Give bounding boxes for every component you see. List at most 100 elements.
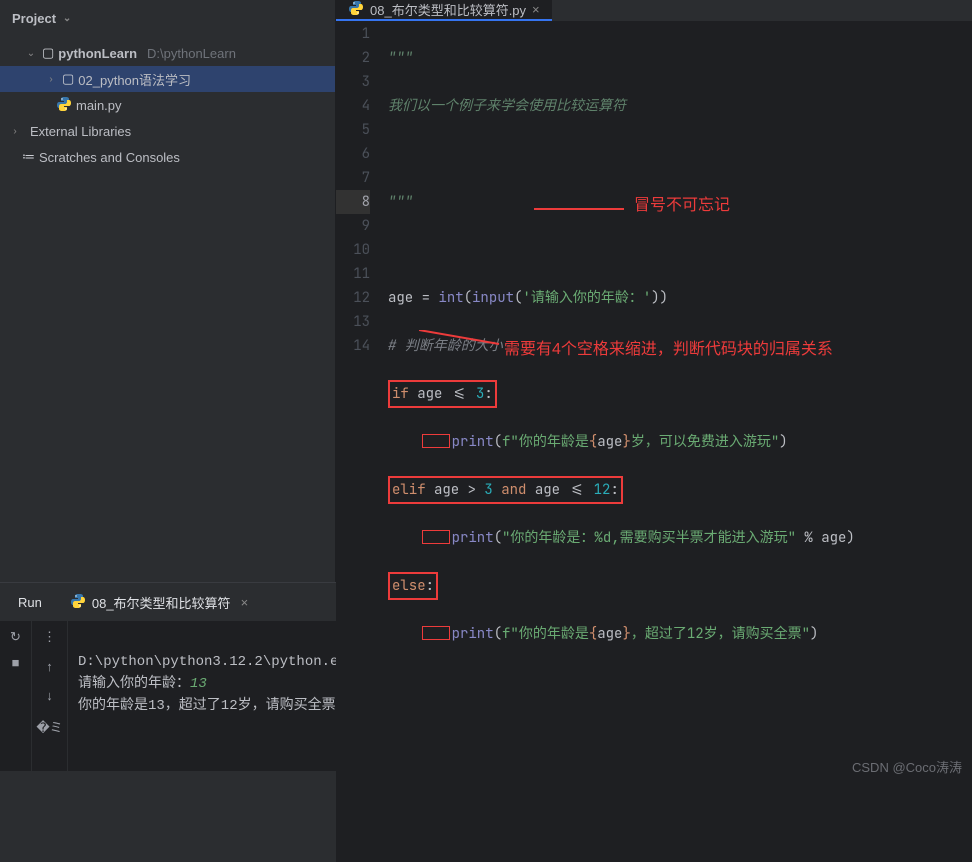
chevron-down-icon: ⌄ — [24, 48, 38, 59]
run-toolbar-1: ↻ ■ — [0, 621, 32, 771]
python-icon — [56, 96, 72, 115]
annotation-arrow — [419, 330, 509, 348]
chevron-right-icon: › — [8, 126, 22, 137]
code-text: """ — [388, 193, 413, 211]
code-text: ( — [494, 433, 502, 451]
code-text: { — [589, 625, 597, 643]
code-text: ( — [464, 289, 472, 307]
code-text: 岁，可以免费进入游玩" — [631, 433, 779, 451]
rerun-icon[interactable]: ↻ — [10, 629, 21, 645]
scratches-icon: ≔ — [22, 149, 35, 165]
console-prompt: 请输入你的年龄： — [78, 676, 190, 692]
code-content[interactable]: """ 我们以一个例子来学会使用比较运算符 """ age = int(inpu… — [384, 22, 972, 862]
code-text: print — [452, 529, 494, 547]
run-script-tab[interactable]: 08_布尔类型和比较算符 × — [64, 589, 254, 616]
code-text: } — [622, 625, 630, 643]
code-text: input — [472, 289, 514, 307]
highlight-box: else: — [388, 572, 438, 600]
code-text: 3 — [484, 481, 492, 499]
external-label: External Libraries — [30, 124, 131, 139]
chevron-right-icon: › — [44, 74, 58, 85]
file-label: main.py — [76, 98, 122, 113]
code-text: = — [422, 289, 439, 307]
code-text: """ — [388, 49, 413, 67]
code-text: f"你的年龄是 — [502, 433, 589, 451]
indent-marker — [422, 434, 450, 448]
scratches-label: Scratches and Consoles — [39, 150, 180, 165]
console-result: 你的年龄是13，超过了12岁，请购买全票 — [78, 698, 336, 714]
code-text: if — [392, 385, 409, 403]
editor-tabs: 08_布尔类型和比较算符.py × — [336, 0, 972, 22]
close-icon[interactable]: × — [241, 595, 249, 610]
code-text: age — [388, 289, 422, 307]
annotation-arrow — [534, 204, 634, 214]
code-text: elif — [392, 481, 426, 499]
code-text: 我们以一个例子来学会使用比较运算符 — [388, 97, 626, 115]
code-text: { — [589, 433, 597, 451]
run-tab[interactable]: Run — [12, 591, 48, 614]
code-text: : — [426, 577, 434, 595]
folder-label: 02_python语法学习 — [78, 70, 191, 89]
indent-marker — [422, 530, 450, 544]
stop-icon[interactable]: ■ — [12, 655, 20, 670]
project-title: Project — [12, 11, 56, 26]
code-text: age <= — [409, 385, 476, 403]
highlight-box: elif age > 3 and age <= 12: — [388, 476, 623, 504]
project-sidebar: Project ⌄ ⌄ ▢ pythonLearn D:\pythonLearn… — [0, 0, 336, 582]
tab-title: 08_布尔类型和比较算符.py — [370, 0, 526, 19]
code-text: "你的年龄是：%d,需要购买半票才能进入游玩" — [502, 529, 796, 547]
chevron-down-icon: ⌄ — [60, 13, 74, 24]
code-text: ) — [810, 625, 818, 643]
console-input: 13 — [190, 676, 207, 692]
highlight-box: if age <= 3: — [388, 380, 497, 408]
code-text: : — [484, 385, 492, 403]
project-tree: ⌄ ▢ pythonLearn D:\pythonLearn › ▢ 02_py… — [0, 36, 335, 174]
code-text: print — [452, 625, 494, 643]
code-text: age <= — [535, 481, 594, 499]
run-tab-label: Run — [18, 595, 42, 610]
project-header[interactable]: Project ⌄ — [0, 0, 335, 36]
annotation-colon: 冒号不可忘记 — [634, 194, 730, 218]
code-text: ，超过了12岁，请购买全票" — [631, 625, 810, 643]
down-icon[interactable]: ↓ — [46, 688, 53, 703]
wrap-icon[interactable]: �ミ — [36, 717, 62, 736]
run-toolbar-2: ⋮ ↑ ↓ �ミ — [32, 621, 68, 771]
line-gutter: 1234567 891011121314 — [336, 22, 384, 862]
code-text: % age) — [796, 529, 855, 547]
close-icon[interactable]: × — [532, 2, 540, 17]
code-text: int — [438, 289, 463, 307]
code-text: '请输入你的年龄：' — [522, 289, 651, 307]
tree-folder-02[interactable]: › ▢ 02_python语法学习 — [0, 66, 335, 92]
code-text: and — [493, 481, 535, 499]
code-text: age > — [426, 481, 485, 499]
code-text: age — [597, 433, 622, 451]
code-text: f"你的年龄是 — [502, 625, 589, 643]
code-text: ( — [494, 529, 502, 547]
code-text: print — [452, 433, 494, 451]
code-text: )) — [651, 289, 668, 307]
root-path: D:\pythonLearn — [147, 46, 236, 61]
python-icon — [70, 593, 86, 612]
code-text: else — [392, 577, 426, 595]
code-text: } — [622, 433, 630, 451]
python-icon — [348, 0, 364, 19]
annotation-indent: 需要有4个空格来缩进，判断代码块的归属关系 — [504, 338, 833, 362]
tree-scratches[interactable]: ≔ Scratches and Consoles — [0, 144, 335, 170]
tree-file-main[interactable]: main.py — [0, 92, 335, 118]
tree-root[interactable]: ⌄ ▢ pythonLearn D:\pythonLearn — [0, 40, 335, 66]
up-icon[interactable]: ↑ — [46, 659, 53, 674]
tree-external-libs[interactable]: › �⵺ External Libraries — [0, 118, 335, 144]
folder-icon: ▢ — [42, 45, 54, 61]
root-name: pythonLearn — [58, 46, 137, 61]
code-text: ( — [494, 625, 502, 643]
code-editor[interactable]: 1234567 891011121314 """ 我们以一个例子来学会使用比较运… — [336, 22, 972, 862]
folder-icon: ▢ — [62, 71, 74, 87]
watermark: CSDN @Coco涛涛 — [852, 757, 962, 776]
code-text: 12 — [594, 481, 611, 499]
editor-tab-active[interactable]: 08_布尔类型和比较算符.py × — [336, 0, 552, 21]
indent-marker — [422, 626, 450, 640]
more-icon[interactable]: ⋮ — [43, 629, 56, 645]
script-tab-label: 08_布尔类型和比较算符 — [92, 593, 231, 612]
editor-area: 08_布尔类型和比较算符.py × 1234567 891011121314 "… — [336, 0, 972, 582]
code-text: ) — [779, 433, 787, 451]
